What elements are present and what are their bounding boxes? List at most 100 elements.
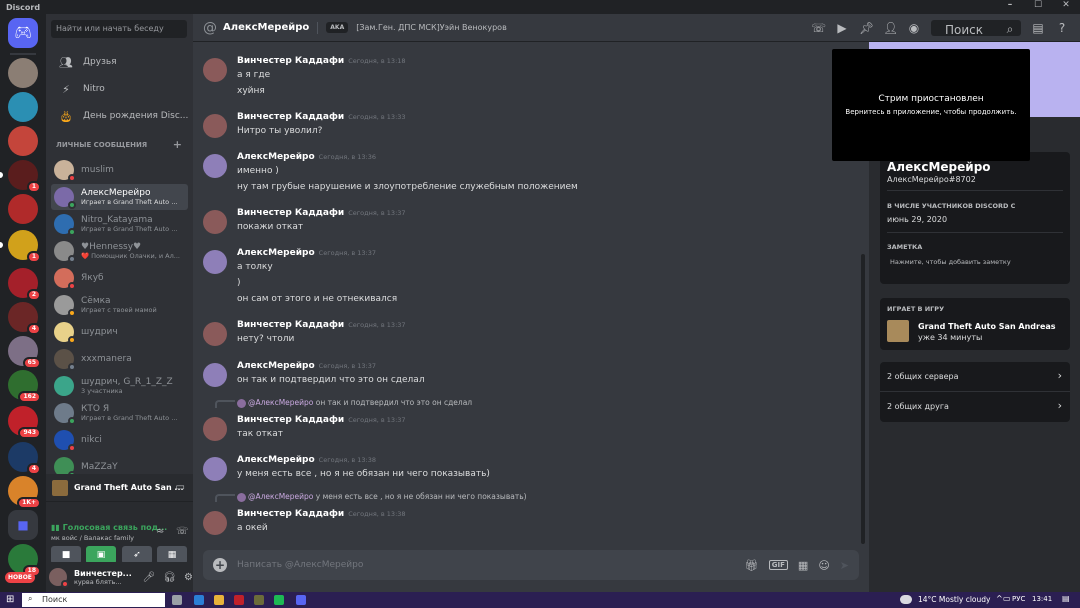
nav-friends[interactable]: 👥︎ Друзья bbox=[51, 51, 189, 73]
voice-call-icon[interactable]: ☏ bbox=[811, 21, 826, 35]
chevron-up-icon[interactable]: ^ bbox=[996, 594, 1003, 603]
dm-item[interactable]: nikci bbox=[51, 427, 188, 453]
avatar[interactable] bbox=[203, 58, 227, 82]
spotify-icon[interactable] bbox=[274, 595, 284, 605]
dm-item[interactable]: Сёмка Играет с твоей мамой bbox=[51, 292, 188, 318]
add-friend-icon[interactable]: 👤︎ bbox=[883, 21, 898, 35]
server-icon[interactable]: 1 bbox=[8, 230, 41, 263]
server-folder[interactable]: ■ bbox=[8, 510, 38, 540]
avatar[interactable] bbox=[203, 114, 227, 138]
dm-item[interactable]: Якуб bbox=[51, 265, 188, 291]
headphones-icon[interactable]: 🎧︎ bbox=[163, 572, 176, 583]
avatar[interactable] bbox=[49, 568, 69, 588]
send-icon[interactable]: ➤ bbox=[840, 559, 849, 572]
noise-suppression-icon[interactable]: ≈ bbox=[156, 526, 164, 537]
dm-item[interactable]: шудрич, G_R_1_Z_Z 3 участника bbox=[51, 373, 188, 399]
video-call-icon[interactable]: ▶ bbox=[835, 21, 849, 35]
message-author[interactable]: АлексМерейро Сегодня, в 13:36 bbox=[237, 152, 376, 162]
message-author[interactable]: Винчестер Каддафи Сегодня, в 13:37 bbox=[237, 208, 406, 218]
server-icon[interactable] bbox=[8, 194, 38, 224]
dm-item[interactable]: КТО Я Играет в Grand Theft Auto San Andr… bbox=[51, 400, 188, 426]
server-icon[interactable]: 1 bbox=[8, 160, 41, 193]
nav-nitro[interactable]: ⚡︎ Nitro bbox=[51, 78, 189, 100]
dm-item[interactable]: muslim bbox=[51, 157, 188, 183]
taskbar-app-icon[interactable] bbox=[214, 595, 224, 605]
stream-game-icon[interactable]: ▭ bbox=[176, 482, 185, 493]
microphone-icon[interactable]: 🎤︎ bbox=[143, 572, 156, 583]
pin-icon[interactable]: 📌︎ bbox=[859, 21, 874, 35]
message-composer[interactable]: + Написать @АлексМерейро 🎁︎ GIF ▦ ☺ ➤ bbox=[203, 550, 859, 580]
maximize-button[interactable]: ☐ bbox=[1024, 0, 1052, 10]
scrollbar[interactable] bbox=[861, 254, 865, 544]
voice-channel[interactable]: мк войс / Валакас family bbox=[51, 534, 134, 542]
user-profile-icon[interactable]: ◉ bbox=[907, 21, 921, 35]
avatar[interactable] bbox=[203, 457, 227, 481]
avatar[interactable] bbox=[203, 322, 227, 346]
taskbar-app-icon[interactable] bbox=[254, 595, 264, 605]
sticker-icon[interactable]: ▦ bbox=[798, 559, 808, 572]
avatar[interactable] bbox=[203, 511, 227, 535]
dm-item[interactable]: ♥Hennessy♥ ❤️ Помощник Олачки, и Ал... bbox=[51, 238, 188, 264]
notification-icon[interactable]: ▤ bbox=[1062, 594, 1070, 603]
message-author[interactable]: АлексМерейро Сегодня, в 13:37 bbox=[237, 248, 376, 258]
dm-search-input[interactable]: Найти или начать беседу bbox=[51, 20, 187, 38]
minimize-button[interactable]: – bbox=[996, 0, 1024, 10]
settings-gear-icon[interactable]: ⚙ bbox=[184, 572, 193, 583]
clock[interactable]: 13:41 bbox=[1032, 595, 1052, 603]
discord-taskbar-icon[interactable] bbox=[296, 595, 306, 605]
dm-item[interactable]: АлексМерейро Играет в Grand Theft Auto S… bbox=[51, 184, 188, 210]
taskbar-app-icon[interactable] bbox=[234, 595, 244, 605]
server-icon[interactable]: 1K+ bbox=[8, 476, 41, 509]
reply-preview[interactable]: @АлексМерейро он так и подтвердил что эт… bbox=[237, 398, 472, 408]
message-author[interactable]: Винчестер Каддафи Сегодня, в 13:38 bbox=[237, 509, 406, 519]
gif-icon[interactable]: GIF bbox=[768, 560, 788, 570]
taskview-icon[interactable] bbox=[172, 595, 182, 605]
server-icon[interactable] bbox=[8, 126, 38, 156]
network-icon[interactable]: ▭ bbox=[1003, 594, 1011, 603]
message-author[interactable]: Винчестер Каддафи Сегодня, в 13:37 bbox=[237, 320, 406, 330]
create-dm-button[interactable]: + bbox=[173, 138, 182, 151]
windows-start-icon[interactable]: ⊞ bbox=[6, 594, 14, 605]
avatar[interactable] bbox=[203, 210, 227, 234]
dm-item[interactable]: xxxmanera bbox=[51, 346, 188, 372]
composer-input[interactable]: Написать @АлексМерейро bbox=[237, 560, 745, 570]
disconnect-icon[interactable]: ☏ bbox=[176, 526, 189, 537]
weather-text[interactable]: 14°C Mostly cloudy bbox=[918, 595, 990, 604]
avatar[interactable] bbox=[203, 250, 227, 274]
server-icon[interactable]: 4 bbox=[8, 442, 41, 475]
server-icon[interactable]: 2 bbox=[8, 268, 41, 301]
emoji-icon[interactable]: ☺ bbox=[818, 559, 829, 572]
server-icon[interactable]: 4 bbox=[8, 302, 41, 335]
language-indicator[interactable]: РУС bbox=[1012, 595, 1025, 603]
message-author[interactable]: АлексМерейро Сегодня, в 13:37 bbox=[237, 361, 376, 371]
taskbar-app-icon[interactable] bbox=[194, 595, 204, 605]
dm-item[interactable]: Nitro_Katayama Играет в Grand Theft Auto… bbox=[51, 211, 188, 237]
mutual-friends[interactable]: 2 общих друга › bbox=[880, 392, 1070, 422]
close-window-button[interactable]: ✕ bbox=[1052, 0, 1080, 10]
avatar[interactable] bbox=[203, 417, 227, 441]
dm-item[interactable]: шудрич bbox=[51, 319, 188, 345]
message-author[interactable]: АлексМерейро Сегодня, в 13:38 bbox=[237, 455, 376, 465]
server-icon[interactable]: 943 bbox=[8, 406, 41, 439]
inbox-icon[interactable]: ▤ bbox=[1031, 21, 1045, 35]
home-button[interactable]: 🎮︎ bbox=[8, 18, 38, 48]
server-icon[interactable] bbox=[8, 92, 38, 122]
message-author[interactable]: Винчестер Каддафи Сегодня, в 13:37 bbox=[237, 415, 406, 425]
server-icon[interactable]: 65 bbox=[8, 336, 41, 369]
server-icon[interactable] bbox=[8, 58, 38, 88]
voice-status[interactable]: ▮▮ Голосовая связь под... bbox=[51, 523, 167, 532]
help-icon[interactable]: ? bbox=[1055, 21, 1069, 35]
nav-birthday[interactable]: 🎂︎ День рождения Disc... bbox=[51, 105, 189, 127]
reply-preview[interactable]: @АлексМерейро у меня есть все , но я не … bbox=[237, 492, 527, 502]
message-author[interactable]: Винчестер Каддафи Сегодня, в 13:18 bbox=[237, 56, 406, 66]
attach-plus-icon[interactable]: + bbox=[213, 558, 227, 572]
note-input[interactable]: Нажмите, чтобы добавить заметку bbox=[890, 258, 1011, 266]
avatar[interactable] bbox=[203, 154, 227, 178]
avatar[interactable] bbox=[203, 363, 227, 387]
taskbar-search[interactable]: ⌕ Поиск bbox=[22, 593, 165, 607]
message-author[interactable]: Винчестер Каддафи Сегодня, в 13:33 bbox=[237, 112, 406, 122]
mutual-servers[interactable]: 2 общих сервера › bbox=[880, 362, 1070, 392]
server-icon[interactable]: 162 bbox=[8, 370, 41, 403]
server-icon[interactable]: 18 bbox=[8, 544, 41, 577]
stream-paused-overlay[interactable]: Стрим приостановлен Вернитесь в приложен… bbox=[832, 49, 1030, 161]
